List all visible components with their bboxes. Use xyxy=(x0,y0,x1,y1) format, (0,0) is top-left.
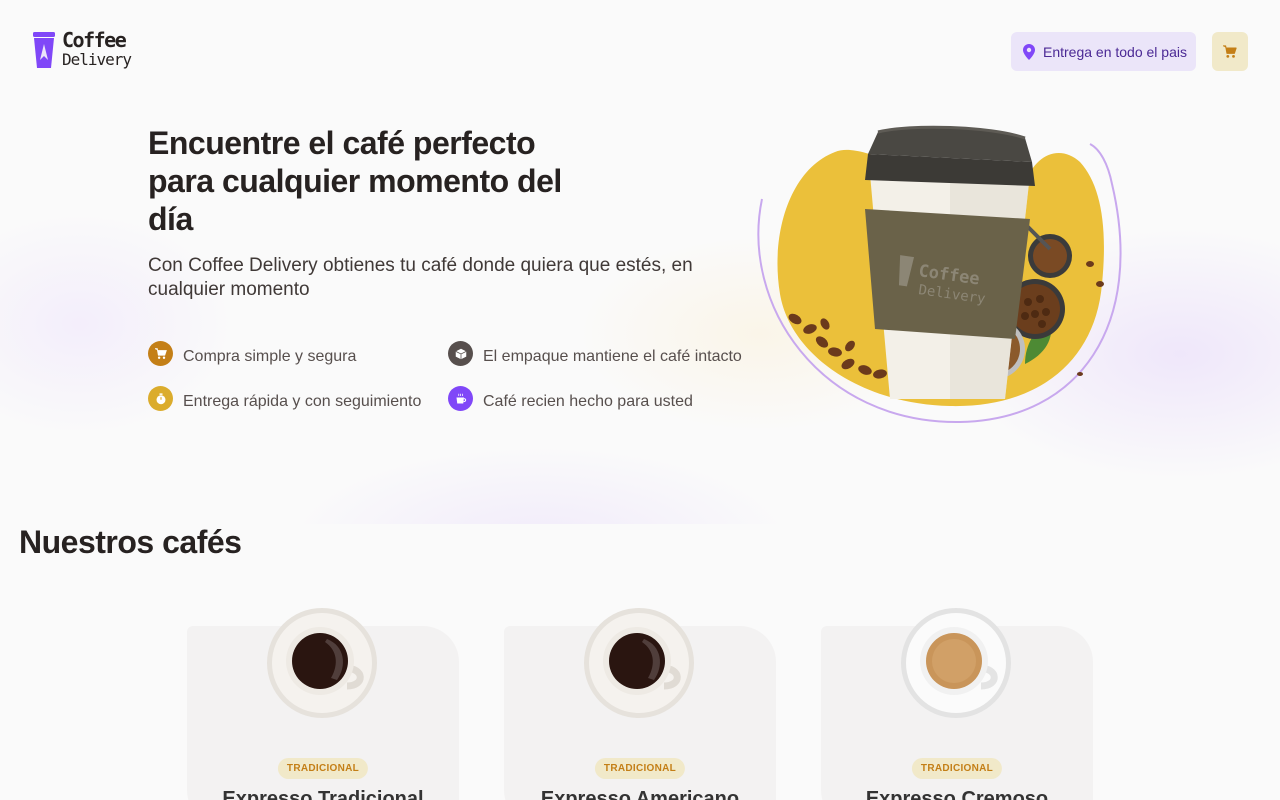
coffee-card[interactable]: TRADICIONAL Expresso Tradicional xyxy=(187,608,459,800)
header: Coffee Delivery Entrega en todo el pais xyxy=(0,0,1280,104)
coffee-name: Expresso Cremoso xyxy=(865,788,1049,800)
logo[interactable]: Coffee Delivery xyxy=(32,28,132,70)
coffee-name: Expresso Tradicional xyxy=(222,788,424,800)
package-icon xyxy=(448,341,473,366)
feature-label: Compra simple y segura xyxy=(183,347,357,365)
shopping-cart-icon xyxy=(1223,44,1237,58)
feature-simple-purchase: Compra simple y segura xyxy=(148,341,357,366)
location-button[interactable]: Entrega en todo el pais xyxy=(1011,32,1196,71)
feature-label: Café recien hecho para usted xyxy=(483,392,693,410)
feature-fast-delivery: Entrega rápida y con seguimiento xyxy=(148,386,422,411)
hero-title: Encuentre el café perfecto para cualquie… xyxy=(148,125,562,237)
section-title: Nuestros cafés xyxy=(19,524,242,560)
hero-subtitle: Con Coffee Delivery obtienes tu café don… xyxy=(148,255,693,300)
cart-icon xyxy=(148,341,173,366)
feature-packaging: El empaque mantiene el café intacto xyxy=(448,341,742,366)
logo-text: Coffee Delivery xyxy=(62,28,132,70)
feature-label: El empaque mantiene el café intacto xyxy=(483,347,742,365)
coffee-card[interactable]: TRADICIONAL Expresso Cremoso xyxy=(821,608,1093,800)
coffee-tag: TRADICIONAL xyxy=(594,758,686,779)
coffee-tag: TRADICIONAL xyxy=(911,758,1003,779)
hero-coffee-cup-illustration: Coffee Delivery xyxy=(757,125,1122,424)
logo-line-2: Delivery xyxy=(62,50,132,69)
coffee-cup-image xyxy=(901,608,1011,718)
coffee-card[interactable]: TRADICIONAL Expresso Americano xyxy=(504,608,776,800)
feature-fresh-coffee: Café recien hecho para usted xyxy=(448,386,693,411)
location-label: Entrega en todo el pais xyxy=(1043,43,1187,60)
feature-label: Entrega rápida y con seguimiento xyxy=(183,392,422,410)
coffee-cup-image xyxy=(584,608,694,718)
map-pin-icon xyxy=(1023,43,1035,60)
coffee-cup-logo-icon xyxy=(33,32,55,68)
cart-button[interactable] xyxy=(1212,32,1248,71)
timer-icon xyxy=(148,386,173,411)
logo-line-1: Coffee xyxy=(62,28,127,52)
coffee-tag: TRADICIONAL xyxy=(277,758,369,779)
coffee-icon xyxy=(448,386,473,411)
coffee-cup-image xyxy=(267,608,377,718)
coffee-name: Expresso Americano xyxy=(540,788,740,800)
